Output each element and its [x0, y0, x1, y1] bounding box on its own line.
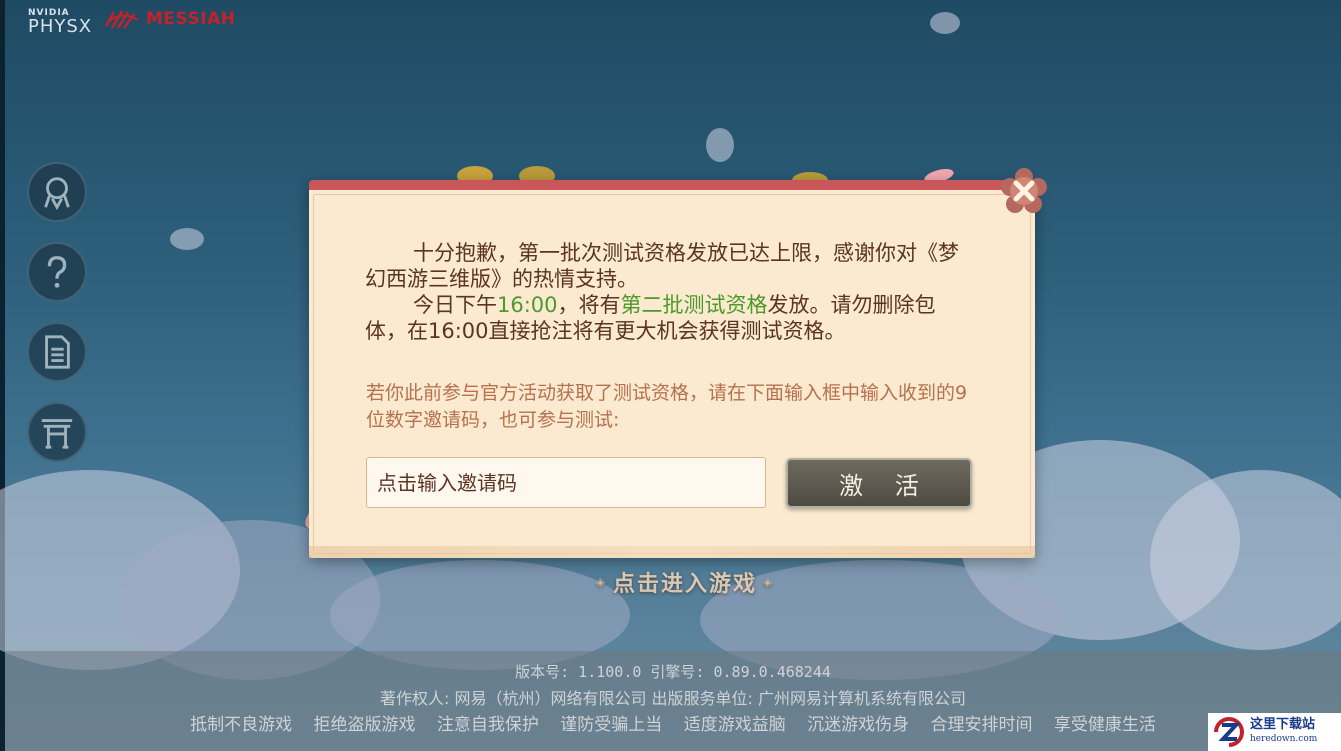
cloud-decoration — [706, 128, 734, 162]
message-text-2b: ，将有 — [557, 293, 621, 317]
version-info: 版本号: 1.100.0 引擎号: 0.89.0.468244 — [515, 663, 831, 681]
help-button[interactable] — [27, 242, 87, 302]
physx-logo: NVIDIA PHYSX — [28, 8, 92, 37]
gate-icon — [41, 419, 73, 449]
copyright-info: 著作权人: 网易（杭州）网络有限公司 出版服务单位: 广州网易计算机系统有限公司 — [379, 689, 967, 708]
diamond-right-icon: ◈ — [763, 575, 775, 589]
activate-button[interactable]: 激 活 — [786, 458, 972, 508]
messiah-logo-text: MESSIAH — [146, 9, 236, 29]
messiah-emblem-icon — [104, 10, 139, 29]
messiah-logo: MESSIAH — [104, 8, 235, 30]
physx-logo-text: PHYSX — [28, 16, 93, 37]
notice-button[interactable] — [27, 322, 87, 382]
health-notice-item: 适度游戏益脑 — [683, 715, 786, 735]
message-paragraph-2: 今日下午16:00，将有第二批测试资格发放。请勿删除包体，在16:00直接抢注将… — [365, 292, 975, 344]
health-notice-item: 拒绝盗版游戏 — [313, 715, 416, 735]
diamond-left-icon: ◈ — [595, 575, 607, 589]
close-button[interactable] — [1000, 167, 1048, 215]
message-time: 16:00 — [497, 293, 558, 317]
health-notice-item: 享受健康生活 — [1053, 715, 1156, 735]
health-notice-item: 注意自我保护 — [436, 715, 539, 735]
dialog-bottom-ornament — [309, 546, 1035, 558]
character-button[interactable] — [27, 162, 87, 222]
message-highlight: 第二批测试资格 — [620, 293, 768, 317]
health-notice-item: 沉迷游戏伤身 — [807, 715, 910, 735]
site-watermark: 这里下载站 heredown.com — [1208, 713, 1341, 751]
notice-icon — [45, 335, 70, 369]
message-text-2a: 今日下午 — [413, 293, 497, 317]
invite-code-input[interactable] — [366, 457, 766, 508]
watermark-title: 这里下载站 — [1250, 717, 1316, 732]
character-icon — [44, 177, 70, 211]
health-notice: 抵制不良游戏 拒绝盗版游戏 注意自我保护 谨防受骗上当 适度游戏益脑 沉迷游戏伤… — [5, 710, 1341, 735]
dialog-message: 十分抱歉，第一批次测试资格发放已达上限，感谢你对《梦幻西游三维版》的热情支持。 … — [365, 240, 975, 344]
message-text-1: 十分抱歉，第一批次测试资格发放已达上限，感谢你对《梦幻西游三维版》的热情支持。 — [365, 241, 959, 291]
watermark-logo-icon — [1214, 717, 1244, 747]
cloud-decoration — [170, 228, 204, 250]
health-notice-item: 谨防受骗上当 — [560, 715, 663, 735]
close-icon — [1001, 168, 1047, 213]
help-icon — [47, 256, 67, 288]
message-paragraph-1: 十分抱歉，第一批次测试资格发放已达上限，感谢你对《梦幻西游三维版》的热情支持。 — [365, 240, 975, 292]
cloud-decoration — [930, 12, 960, 34]
watermark-url: heredown.com — [1250, 734, 1318, 744]
enter-game-label: 点击进入游戏 — [612, 572, 757, 597]
enter-game-button[interactable]: ◈ 点击进入游戏 ◈ — [580, 565, 790, 599]
health-notice-item: 抵制不良游戏 — [190, 715, 293, 735]
invite-code-hint: 若你此前参与官方活动获取了测试资格，请在下面输入框中输入收到的9位数字邀请码，也… — [366, 382, 968, 431]
health-notice-item: 合理安排时间 — [930, 715, 1033, 735]
gate-button[interactable] — [27, 402, 87, 462]
